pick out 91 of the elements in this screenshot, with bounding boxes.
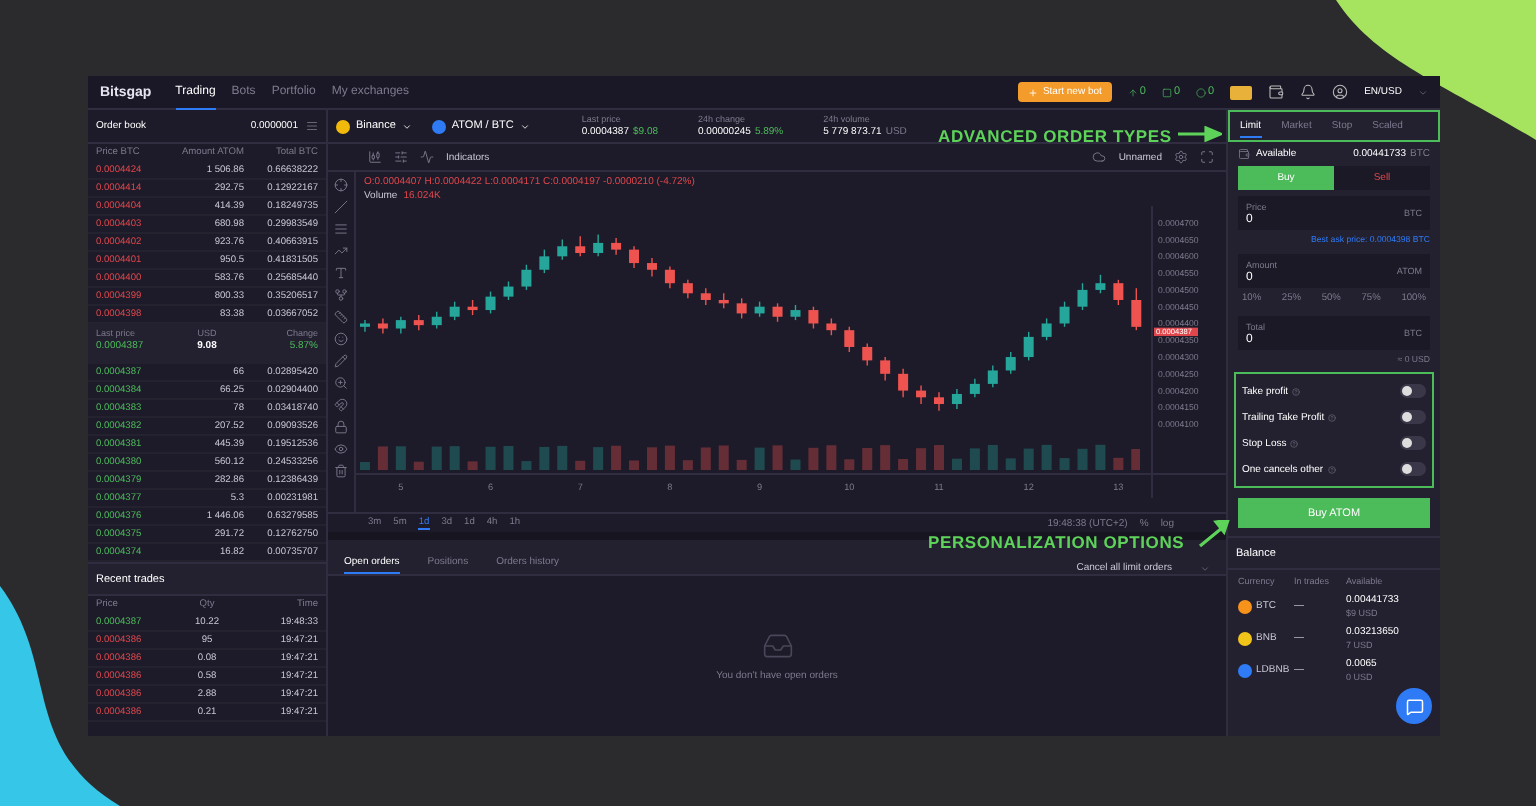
candle bbox=[1059, 300, 1070, 328]
candles-icon[interactable] bbox=[368, 150, 382, 164]
help-icon[interactable] bbox=[1328, 413, 1337, 421]
inbox-icon bbox=[761, 630, 793, 662]
candle bbox=[1023, 331, 1034, 362]
user-icon[interactable] bbox=[1332, 84, 1349, 100]
candle bbox=[682, 279, 693, 299]
candle bbox=[485, 290, 496, 315]
candle bbox=[1005, 351, 1016, 375]
dot-icon[interactable] bbox=[1196, 87, 1207, 97]
candle bbox=[431, 311, 442, 330]
trend-icon[interactable] bbox=[334, 244, 348, 258]
chevron-icon bbox=[519, 121, 530, 131]
candle bbox=[647, 257, 657, 278]
fork-icon[interactable] bbox=[334, 288, 348, 302]
candle bbox=[880, 356, 891, 382]
wallet-icon[interactable] bbox=[1268, 84, 1285, 100]
plus-icon bbox=[1028, 87, 1039, 97]
bell-icon[interactable] bbox=[1300, 84, 1317, 100]
candle bbox=[359, 319, 370, 333]
candle bbox=[772, 302, 783, 323]
candle bbox=[916, 384, 927, 405]
candle bbox=[826, 317, 837, 336]
text-icon[interactable] bbox=[334, 266, 348, 280]
chevron-icon[interactable] bbox=[1200, 564, 1210, 574]
candle bbox=[611, 237, 622, 256]
arrow-drawing bbox=[1178, 126, 1222, 142]
candle bbox=[934, 391, 944, 412]
toggle-switch[interactable] bbox=[1400, 410, 1426, 424]
candle bbox=[951, 388, 962, 410]
list-icon[interactable] bbox=[306, 120, 318, 132]
candle bbox=[557, 238, 568, 261]
toggle-switch[interactable] bbox=[1400, 462, 1426, 476]
chevron-icon[interactable] bbox=[1418, 87, 1428, 97]
indicators-icon[interactable] bbox=[420, 150, 434, 164]
candle bbox=[413, 314, 424, 331]
toggle-switch[interactable] bbox=[1400, 436, 1426, 450]
candle bbox=[808, 306, 819, 330]
trash-icon[interactable] bbox=[334, 464, 348, 478]
help-icon[interactable] bbox=[1290, 439, 1299, 447]
candle bbox=[593, 233, 604, 258]
chevron-icon bbox=[401, 121, 412, 131]
smile-icon[interactable] bbox=[334, 332, 348, 346]
candle bbox=[862, 342, 873, 367]
candle bbox=[790, 304, 801, 321]
fullscreen-icon[interactable] bbox=[1200, 150, 1214, 164]
crosshair-icon[interactable] bbox=[334, 178, 348, 192]
magnet-icon[interactable] bbox=[334, 398, 348, 412]
settings-icon[interactable] bbox=[1174, 150, 1188, 164]
candle bbox=[1095, 274, 1106, 294]
candle bbox=[521, 264, 532, 291]
zoom-icon[interactable] bbox=[334, 376, 348, 390]
candle bbox=[1041, 317, 1052, 341]
candle bbox=[629, 245, 640, 269]
candle bbox=[754, 300, 765, 318]
lock-icon[interactable] bbox=[334, 420, 348, 434]
candle bbox=[969, 378, 980, 398]
candle bbox=[898, 368, 909, 398]
line-icon[interactable] bbox=[334, 200, 348, 214]
candle bbox=[467, 299, 478, 316]
candle bbox=[718, 292, 729, 310]
compare-icon[interactable] bbox=[394, 150, 408, 164]
candle bbox=[1077, 282, 1088, 311]
candle bbox=[700, 287, 711, 306]
candle bbox=[844, 326, 855, 353]
candle bbox=[736, 297, 747, 320]
arrow-drawing bbox=[1198, 520, 1230, 548]
chat-icon bbox=[1405, 697, 1423, 715]
eye-icon[interactable] bbox=[334, 442, 348, 456]
badge-icon[interactable] bbox=[1230, 85, 1253, 99]
candle bbox=[449, 300, 460, 321]
candle bbox=[395, 316, 406, 335]
ruler-icon[interactable] bbox=[334, 310, 348, 324]
lines-icon[interactable] bbox=[334, 222, 348, 236]
help-icon[interactable] bbox=[1327, 465, 1336, 473]
candle bbox=[987, 364, 998, 388]
pencil-icon[interactable] bbox=[334, 354, 348, 368]
candle bbox=[539, 248, 550, 274]
arrow-up-icon[interactable] bbox=[1127, 87, 1138, 97]
help-icon[interactable] bbox=[1292, 387, 1301, 395]
candle bbox=[503, 280, 514, 301]
toggle-switch[interactable] bbox=[1400, 384, 1426, 398]
cloud-icon[interactable] bbox=[1092, 150, 1107, 164]
candle bbox=[377, 317, 388, 335]
annotation-text: ADVANCED ORDER TYPES bbox=[938, 126, 1172, 146]
annotation-text: PERSONALIZATION OPTIONS bbox=[928, 532, 1185, 552]
candle bbox=[664, 265, 675, 289]
square-icon[interactable] bbox=[1161, 87, 1172, 97]
candle bbox=[575, 235, 586, 258]
candle bbox=[1131, 287, 1142, 331]
candle bbox=[1113, 279, 1124, 306]
